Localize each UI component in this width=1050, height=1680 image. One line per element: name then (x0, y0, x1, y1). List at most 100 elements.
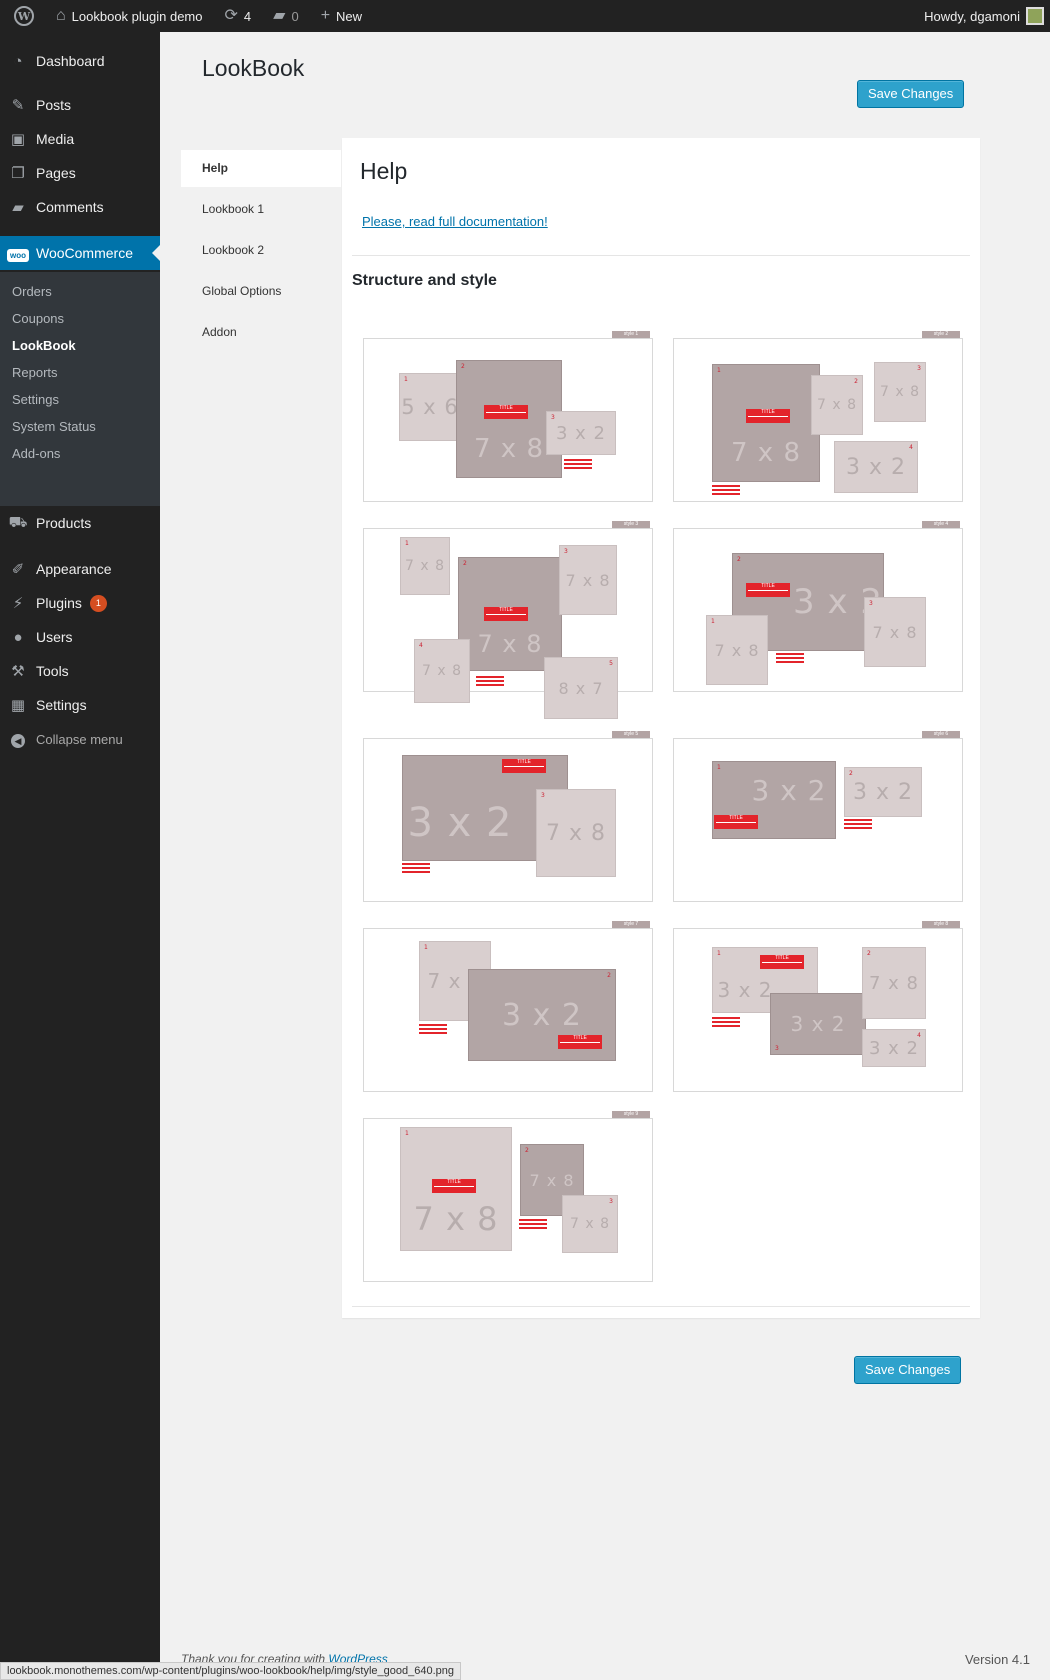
box-size: 7 x 8 (817, 397, 857, 413)
style-thumbnail-7[interactable]: style 7 17 x 8 23 x 2 TITLE (363, 921, 653, 1092)
divider (352, 1306, 970, 1307)
sidebar-item-woocommerce[interactable]: woo WooCommerce (0, 236, 160, 270)
box-number: 2 (461, 363, 465, 370)
tab-addon[interactable]: Addon (181, 314, 341, 351)
description-lines (519, 1219, 547, 1229)
sidebar-item-posts[interactable]: ✎ Posts (0, 88, 160, 122)
title-badge: TITLE (484, 405, 528, 419)
sidebar-item-tools[interactable]: ⚒ Tools (0, 654, 160, 688)
sidebar-item-products[interactable]: ⛟ Products (0, 506, 160, 540)
sidebar-item-media[interactable]: ▣ Media (0, 122, 160, 156)
plus-icon: + (320, 7, 331, 24)
title-text: TITLE (517, 759, 531, 765)
layout-box: 2 7 x 8 (811, 375, 863, 435)
box-size: 3 x 2 (502, 997, 582, 1033)
box-size: 3 x 2 (751, 773, 827, 807)
box-size: 7 x 8 (731, 438, 801, 468)
collapse-menu-button[interactable]: ◀ Collapse menu (0, 722, 160, 756)
comments-count: 0 (291, 8, 299, 24)
sidebar-item-label: Collapse menu (36, 731, 123, 747)
submenu-reports[interactable]: Reports (12, 363, 58, 383)
new-content-menu[interactable]: + New (307, 0, 370, 32)
style-thumbnail-2[interactable]: style 2 1 7 x 8 TITLE 2 7 x 8 3 7 x 8 43 x … (673, 331, 963, 502)
sidebar-item-pages[interactable]: ❐ Pages (0, 156, 160, 190)
sidebar-item-users[interactable]: ● Users (0, 620, 160, 654)
title-text: TITLE (499, 607, 513, 613)
avatar (1026, 7, 1044, 25)
box-size: 7 x 8 (474, 434, 544, 464)
my-account-menu[interactable]: Howdy, dgamoni (910, 0, 1050, 32)
admin-bar: W ⌂ Lookbook plugin demo ⟳ 4 ▰ 0 + New Howdy… (0, 0, 1050, 32)
style-thumbnail-6[interactable]: style 6 13 x 2 TITLE 23 x 2 (673, 731, 963, 902)
sidebar-item-label: Dashboard (36, 53, 105, 69)
admin-sidebar: ◔ Dashboard ✎ Posts ▣ Media ❐ Pages ▰ Comment… (0, 32, 160, 1680)
style-thumbnail-8[interactable]: style 8 13 x 2 TITLE 33 x 2 27 x 8 43 x … (673, 921, 963, 1092)
updates-menu[interactable]: ⟳ 4 (211, 0, 260, 32)
submenu-add-ons[interactable]: Add-ons (12, 444, 60, 464)
tab-global-options[interactable]: Global Options (181, 273, 341, 310)
sidebar-item-appearance[interactable]: ✐ Appearance (0, 552, 160, 586)
style-thumbnail-1[interactable]: style 1 1 5 x 6 2 7 x 8 TITLE 33 x 2 (363, 331, 653, 502)
submenu-coupons[interactable]: Coupons (12, 309, 64, 329)
title-text: TITLE (775, 955, 789, 961)
box-number: 5 (609, 660, 613, 667)
box-number: 1 (711, 618, 715, 625)
layout-box: 2 7 x 8 (862, 947, 926, 1019)
style-thumbnail-4[interactable]: style 4 23 x 2 TITLE 17 x 8 37 x 8 (673, 521, 963, 692)
description-lines (402, 863, 430, 873)
box-number: 3 (775, 1045, 779, 1052)
box-size: 7 x 8 (869, 972, 919, 994)
sidebar-item-label: Users (36, 629, 73, 645)
title-text: TITLE (761, 583, 775, 589)
style-tag: style 7 (612, 921, 650, 928)
box-number: 2 (525, 1147, 529, 1154)
description-lines (712, 485, 740, 495)
layout-box: 1 5 x 6 (399, 373, 461, 441)
box-size: 7 x 8 (405, 558, 445, 574)
new-label: New (336, 8, 363, 24)
tab-lookbook-1[interactable]: Lookbook 1 (181, 191, 341, 228)
submenu-settings[interactable]: Settings (12, 390, 59, 410)
cart-icon: ⛟ (8, 513, 28, 531)
submenu-orders[interactable]: Orders (12, 282, 52, 302)
wp-logo-menu[interactable]: W (0, 0, 42, 32)
browser-status-bar: lookbook.monothemes.com/wp-content/plugi… (0, 1662, 461, 1680)
description-lines (564, 459, 592, 469)
sidebar-item-settings[interactable]: ▦ Settings (0, 688, 160, 722)
save-changes-button-bottom[interactable]: Save Changes (854, 1356, 962, 1384)
layout-box: 4 7 x 8 (414, 639, 470, 703)
tab-lookbook-2[interactable]: Lookbook 2 (181, 232, 341, 269)
sidebar-item-label: Media (36, 131, 75, 147)
style-thumbnail-9[interactable]: style 9 1 7 x 8 TITLE 2 7 x 8 3 7 x 8 (363, 1111, 653, 1282)
sidebar-item-plugins[interactable]: ⚡ Plugins 1 (0, 586, 160, 620)
box-number: 3 (869, 600, 873, 607)
sidebar-item-comments[interactable]: ▰ Comments (0, 190, 160, 224)
submenu-system-status[interactable]: System Status (12, 417, 96, 437)
style-thumbnail-5[interactable]: style 5 3 x 2 TITLE 3 7 x 8 (363, 731, 653, 902)
box-size: 7 x 8 (565, 570, 611, 590)
comments-menu[interactable]: ▰ 0 (259, 0, 307, 32)
title-text: TITLE (499, 405, 513, 411)
site-name-menu[interactable]: ⌂ Lookbook plugin demo (42, 0, 211, 32)
documentation-link[interactable]: Please, read full documentation! (362, 214, 548, 229)
box-number: 4 (917, 1032, 921, 1039)
save-changes-button-top[interactable]: Save Changes (857, 80, 965, 108)
style-tag: style 8 (922, 921, 960, 928)
title-badge: TITLE (558, 1035, 602, 1049)
comment-icon: ▰ (12, 199, 24, 216)
tab-help[interactable]: Help (181, 150, 341, 187)
box-size: 3 x 2 (556, 422, 606, 444)
title-badge: TITLE (502, 759, 546, 773)
title-text: TITLE (761, 409, 775, 415)
box-number: 2 (737, 556, 741, 563)
box-number: 1 (717, 367, 721, 374)
style-tag: style 9 (612, 1111, 650, 1118)
home-icon: ⌂ (56, 7, 66, 24)
comment-bubble-icon: ▰ (273, 7, 286, 24)
divider (352, 255, 970, 256)
box-number: 2 (854, 378, 858, 385)
style-thumbnail-3[interactable]: style 3 1 7 x 8 2 7 x 8 TITLE 3 7 x 8 4 7 x … (363, 521, 653, 719)
submenu-lookbook[interactable]: LookBook (12, 336, 76, 356)
sidebar-item-dashboard[interactable]: ◔ Dashboard (0, 44, 160, 78)
woocommerce-submenu: Orders Coupons LookBook Reports Settings… (0, 272, 160, 506)
